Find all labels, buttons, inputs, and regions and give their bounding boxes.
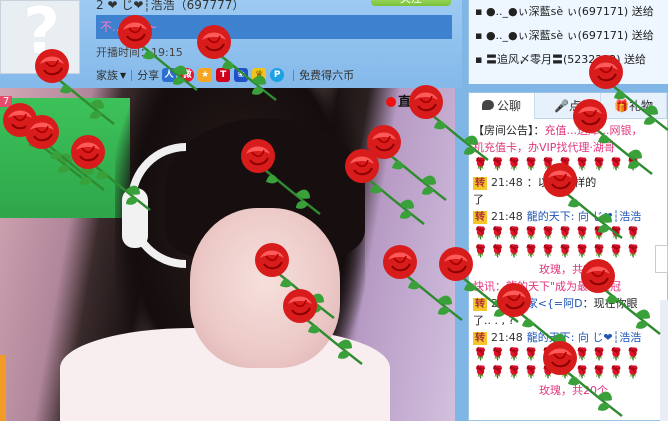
chat-tabs: 公聊 🎤点 🎁礼物 xyxy=(469,93,667,119)
repost-badge[interactable]: 转 xyxy=(473,298,487,311)
chat-message: 玫瑰，共20个 xyxy=(539,263,608,276)
message-time: 21:48 xyxy=(491,210,523,223)
paw-icon[interactable]: ❀ xyxy=(234,68,249,82)
message-time: 21:48 xyxy=(491,176,523,189)
chat-bubble-icon xyxy=(481,100,494,110)
rose-row: 🌹🌹🌹🌹🌹🌹🌹🌹🌹🌹 xyxy=(473,244,643,258)
message-text: ：以后 那样的 xyxy=(526,176,597,189)
streamer-name[interactable]: 2 ❤ じ❤┆浩浩（697777） xyxy=(96,0,244,13)
tab-label: 点 xyxy=(568,99,581,113)
chat-messages: 【房间公告】：充值...送库...网银， 机充值卡，办VIP找代理·湖哥 🌹🌹🌹… xyxy=(469,119,667,402)
video-stream[interactable]: 7 直 xyxy=(0,88,455,421)
rose-row: 🌹🌹🌹🌹🌹🌹🌹🌹🌹🌹 xyxy=(473,157,643,171)
tab-gifts[interactable]: 🎁礼物 xyxy=(601,93,667,119)
chat-message: 了.. . , ? xyxy=(473,314,515,327)
repost-badge[interactable]: 转 xyxy=(473,177,487,190)
rose-row: 🌹🌹🌹🌹🌹🌹🌹🌹🌹🌹 xyxy=(473,365,643,379)
tab-request[interactable]: 🎤点 xyxy=(535,93,601,119)
rose-row: 🌹🌹🌹🌹🌹🌹🌹🌹🌹🌹 xyxy=(473,347,643,361)
live-label: 直 xyxy=(398,95,412,110)
gift-feed-item: ▪ ●.._●ぃ深藍sè ぃ(697171) 送给 xyxy=(475,5,654,18)
chat-scrollbar[interactable] xyxy=(660,300,668,421)
tab-public-chat[interactable]: 公聊 xyxy=(469,93,535,119)
chat-message: 转 21:48 家<{=阿D：现在你眼 xyxy=(473,295,663,312)
header-toolbar: 家族 ▼ 分享 人 微 ★ T ❀ ♛ P 免费得六币 xyxy=(96,66,354,84)
gift-tab-icon: 🎁 xyxy=(614,99,629,113)
announcement-text: 充值...送库...网银， xyxy=(544,124,643,137)
gift-feed-item: ▪ ●.._●ぃ深藍sè ぃ(697171) 送给 xyxy=(475,29,654,42)
family-menu[interactable]: 家族 xyxy=(96,67,118,83)
open-time: 开播时间：19:15 xyxy=(96,46,183,59)
p-icon[interactable]: P xyxy=(270,68,285,82)
message-text: ：现在你眼 xyxy=(582,297,638,310)
chat-message: 了 xyxy=(473,193,484,206)
chat-message: 转 21:48 ：以后 那样的 xyxy=(473,174,663,191)
announcement-label: 【房间公告】： xyxy=(473,124,545,137)
repost-badge[interactable]: 转 xyxy=(473,211,487,224)
gift-feed: ▪ ●.._●ぃ深藍sè ぃ(697171) 送给 ▪ ●.._●ぃ深藍sè ぃ… xyxy=(468,0,668,84)
live-dot-icon xyxy=(386,97,396,107)
repost-badge[interactable]: 转 xyxy=(473,332,487,345)
trophy-icon[interactable]: ♛ xyxy=(252,68,267,82)
divider xyxy=(131,69,133,81)
star-icon[interactable]: ★ xyxy=(198,68,213,82)
side-tooltip xyxy=(655,245,668,273)
live-indicator: 直 xyxy=(386,91,411,110)
share-icon[interactable]: 人 xyxy=(162,68,177,82)
mic-icon: 🎤 xyxy=(554,99,569,113)
gift-icon[interactable]: T xyxy=(216,68,231,82)
share-label: 分享 xyxy=(137,69,160,82)
message-time: 21:48 xyxy=(491,297,523,310)
tab-label: 公聊 xyxy=(496,99,521,113)
tab-label: 礼物 xyxy=(628,99,653,113)
rose-row: 🌹🌹🌹🌹🌹🌹🌹🌹🌹🌹 xyxy=(473,226,643,240)
message-time: 21:48 xyxy=(491,331,523,344)
gift-feed-item: ▪ 〓追风〆零月〓(5232222) 送给 xyxy=(475,53,647,66)
free-gift-link[interactable]: 免费得六币 xyxy=(299,67,354,83)
announcement-text: 机充值卡，办VIP找代理·湖哥 xyxy=(473,141,615,154)
chat-message: 快讯：龍的天下"成为最新皇冠 xyxy=(473,280,622,293)
room-header: ? 2 ❤ じ❤┆浩浩（697777） 关注 不...情惜~ 开播时间：19:1… xyxy=(0,0,462,88)
chat-message: 玫瑰，共20个 xyxy=(539,384,608,397)
chat-message: 转 21:48 龍的天下: 向 じ❤┆浩浩 xyxy=(473,208,663,225)
message-user[interactable]: 龍的天下: 向 じ❤┆浩浩 xyxy=(527,210,642,223)
video-background xyxy=(0,98,130,218)
follow-button[interactable]: 关注 xyxy=(371,0,451,6)
side-strip xyxy=(0,355,6,421)
video-headphone-cup xyxy=(122,188,148,248)
message-user[interactable]: 家<{=阿D xyxy=(527,297,583,310)
chat-panel: 公聊 🎤点 🎁礼物 【房间公告】：充值...送库...网银， 机充值卡，办VIP… xyxy=(468,92,668,421)
dropdown-caret-icon[interactable]: ▼ xyxy=(120,71,126,80)
question-avatar-icon: ? xyxy=(23,0,61,69)
chat-message: 转 21:48 龍的天下: 向 じ❤┆浩浩 xyxy=(473,329,663,346)
weibo-icon[interactable]: 微 xyxy=(180,68,195,82)
video-figure-face xyxy=(190,208,340,368)
divider xyxy=(293,69,295,81)
notice-bar: 不...情惜~ xyxy=(96,15,452,39)
message-user[interactable]: 龍的天下: 向 じ❤┆浩浩 xyxy=(527,331,642,344)
video-badge: 7 xyxy=(0,96,13,107)
avatar[interactable]: ? xyxy=(0,0,80,74)
announcement: 【房间公告】：充值...送库...网银， xyxy=(473,122,663,139)
